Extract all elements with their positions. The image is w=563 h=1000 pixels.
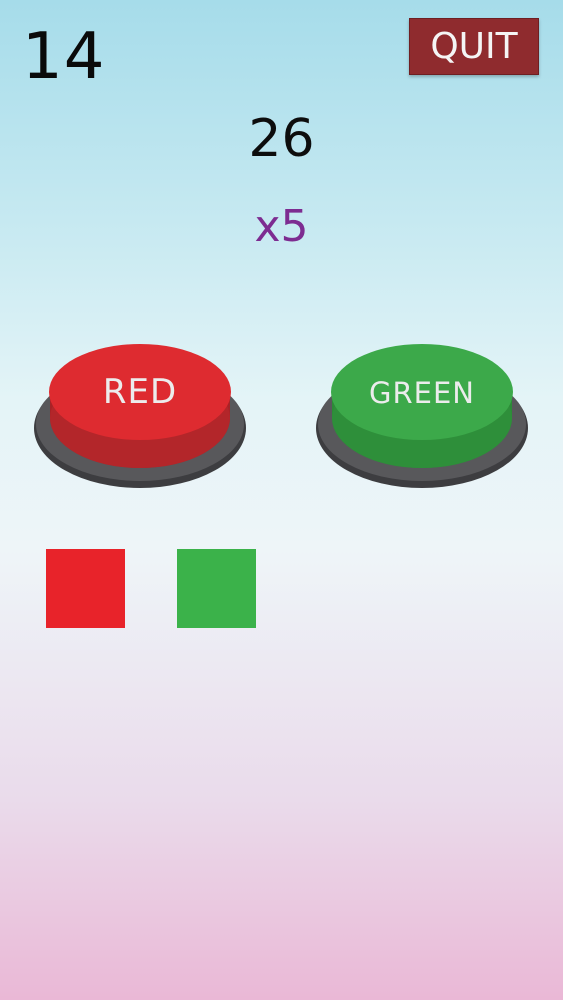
sequence-swatch-green bbox=[177, 549, 256, 628]
red-button-graphic bbox=[34, 344, 246, 488]
multiplier-display: x5 bbox=[254, 201, 309, 252]
sequence-swatch-red bbox=[46, 549, 125, 628]
green-button-graphic bbox=[316, 344, 528, 488]
red-button-label: RED bbox=[102, 372, 178, 412]
red-button[interactable]: RED bbox=[32, 338, 248, 488]
green-button-label: GREEN bbox=[369, 376, 475, 410]
timer-display: 14 bbox=[22, 20, 106, 94]
green-button[interactable]: GREEN bbox=[314, 338, 530, 488]
quit-button[interactable]: QUIT bbox=[409, 18, 539, 75]
score-display: 26 bbox=[248, 109, 315, 169]
